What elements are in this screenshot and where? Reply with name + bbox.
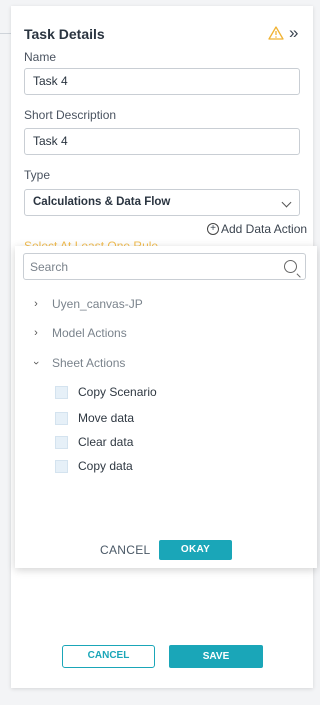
- add-data-action-link[interactable]: + Add Data Action: [207, 222, 307, 236]
- tree-item-label: Model Actions: [52, 326, 127, 340]
- add-data-action-label: Add Data Action: [221, 222, 308, 236]
- search-icon[interactable]: [284, 260, 297, 273]
- search-input[interactable]: Search: [23, 253, 306, 280]
- short-description-field[interactable]: Task 4: [24, 128, 300, 155]
- tree-item-model-actions[interactable]: › Model Actions: [31, 326, 127, 340]
- checkbox[interactable]: [55, 459, 68, 473]
- panel-title: Task Details: [24, 26, 105, 42]
- name-field[interactable]: Task 4: [24, 68, 300, 95]
- chevron-down-icon: [281, 197, 292, 208]
- tree-item-uyen-canvas[interactable]: › Uyen_canvas-JP: [31, 297, 143, 311]
- option-copy-scenario[interactable]: Copy Scenario: [55, 385, 157, 399]
- chevron-right-icon[interactable]: ›: [31, 298, 41, 310]
- option-label: Clear data: [78, 435, 134, 449]
- option-label: Move data: [78, 411, 135, 425]
- option-clear-data[interactable]: Clear data: [55, 435, 133, 449]
- checkbox[interactable]: [55, 385, 68, 399]
- short-description-label: Short Description: [24, 108, 117, 122]
- type-value: Calculations & Data Flow: [33, 196, 171, 208]
- tree-item-sheet-actions[interactable]: › Sheet Actions: [30, 356, 126, 370]
- plus-circle-icon: +: [207, 223, 219, 235]
- type-label: Type: [24, 168, 51, 182]
- option-label: Copy Scenario: [78, 385, 157, 399]
- save-button[interactable]: SAVE: [169, 645, 263, 668]
- search-placeholder: Search: [30, 260, 69, 274]
- type-select[interactable]: Calculations & Data Flow: [24, 189, 300, 216]
- data-action-dropdown: Search › Uyen_canvas-JP › Model Actions …: [15, 246, 317, 568]
- short-description-value: Task 4: [33, 134, 68, 148]
- checkbox[interactable]: [55, 411, 68, 425]
- tree-item-label: Sheet Actions: [52, 356, 126, 370]
- tree-item-label: Uyen_canvas-JP: [52, 297, 143, 311]
- option-move-data[interactable]: Move data: [55, 411, 134, 425]
- dropdown-cancel-button[interactable]: CANCEL: [100, 543, 150, 557]
- left-divider: [0, 33, 11, 34]
- double-chevron-right-icon[interactable]: »: [289, 23, 298, 43]
- cancel-button[interactable]: CANCEL: [62, 645, 155, 668]
- name-value: Task 4: [33, 74, 68, 88]
- warning-icon[interactable]: [268, 26, 284, 40]
- option-copy-data[interactable]: Copy data: [55, 459, 133, 473]
- chevron-right-icon[interactable]: ›: [31, 327, 41, 339]
- name-label: Name: [24, 50, 57, 64]
- chevron-down-icon[interactable]: ›: [30, 358, 42, 368]
- dropdown-okay-button[interactable]: OKAY: [159, 540, 232, 560]
- checkbox[interactable]: [55, 435, 68, 449]
- option-label: Copy data: [78, 459, 133, 473]
